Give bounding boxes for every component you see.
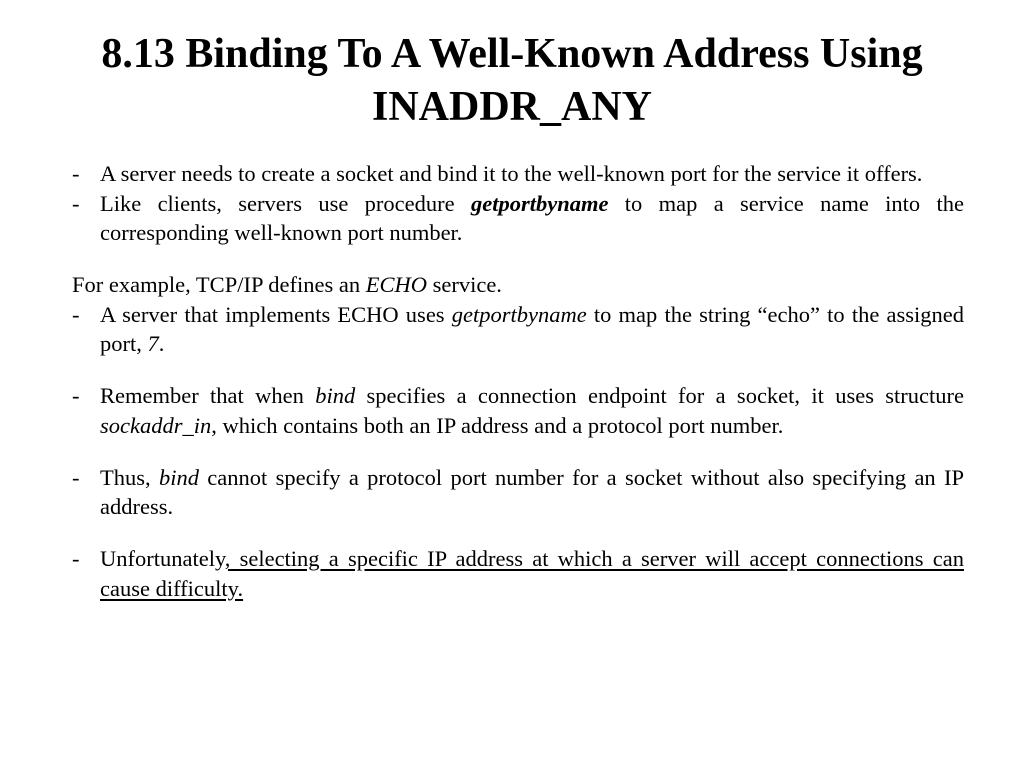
term-bind: bind — [159, 465, 199, 490]
slide: 8.13 Binding To A Well-Known Address Usi… — [0, 0, 1024, 603]
block-4: - Thus, bind cannot specify a protocol p… — [60, 463, 964, 522]
bullet-1: - A server needs to create a socket and … — [60, 159, 964, 189]
block-2: For example, TCP/IP defines an ECHO serv… — [60, 270, 964, 359]
dash-icon: - — [72, 544, 100, 603]
term-7: 7 — [148, 331, 159, 356]
dash-icon: - — [72, 300, 100, 359]
bullet-4-text: Remember that when bind specifies a conn… — [100, 381, 964, 440]
intro-line: For example, TCP/IP defines an ECHO serv… — [60, 270, 964, 300]
term-bind: bind — [315, 383, 355, 408]
bullet-2-text: Like clients, servers use procedure getp… — [100, 189, 964, 248]
bullet-2: - Like clients, servers use procedure ge… — [60, 189, 964, 248]
block-1: - A server needs to create a socket and … — [60, 159, 964, 248]
dash-icon: - — [72, 189, 100, 248]
slide-body: - A server needs to create a socket and … — [60, 159, 964, 603]
bullet-3: - A server that implements ECHO uses get… — [60, 300, 964, 359]
dash-icon: - — [72, 381, 100, 440]
term-sockaddr-in: sockaddr_in — [100, 413, 211, 438]
bullet-3-text: A server that implements ECHO uses getpo… — [100, 300, 964, 359]
block-5: - Unfortunately, selecting a specific IP… — [60, 544, 964, 603]
dash-icon: - — [72, 159, 100, 189]
dash-icon: - — [72, 463, 100, 522]
bullet-5-text: Thus, bind cannot specify a protocol por… — [100, 463, 964, 522]
bullet-1-text: A server needs to create a socket and bi… — [100, 159, 964, 189]
block-3: - Remember that when bind specifies a co… — [60, 381, 964, 440]
bullet-6: - Unfortunately, selecting a specific IP… — [60, 544, 964, 603]
underlined-phrase: , selecting a specific IP address at whi… — [100, 546, 964, 601]
term-getportbyname: getportbyname — [452, 302, 587, 327]
slide-title: 8.13 Binding To A Well-Known Address Usi… — [60, 28, 964, 133]
term-echo: ECHO — [366, 272, 427, 297]
bullet-4: - Remember that when bind specifies a co… — [60, 381, 964, 440]
bullet-5: - Thus, bind cannot specify a protocol p… — [60, 463, 964, 522]
bullet-6-text: Unfortunately, selecting a specific IP a… — [100, 544, 964, 603]
term-getportbyname: getportbyname — [471, 191, 608, 216]
